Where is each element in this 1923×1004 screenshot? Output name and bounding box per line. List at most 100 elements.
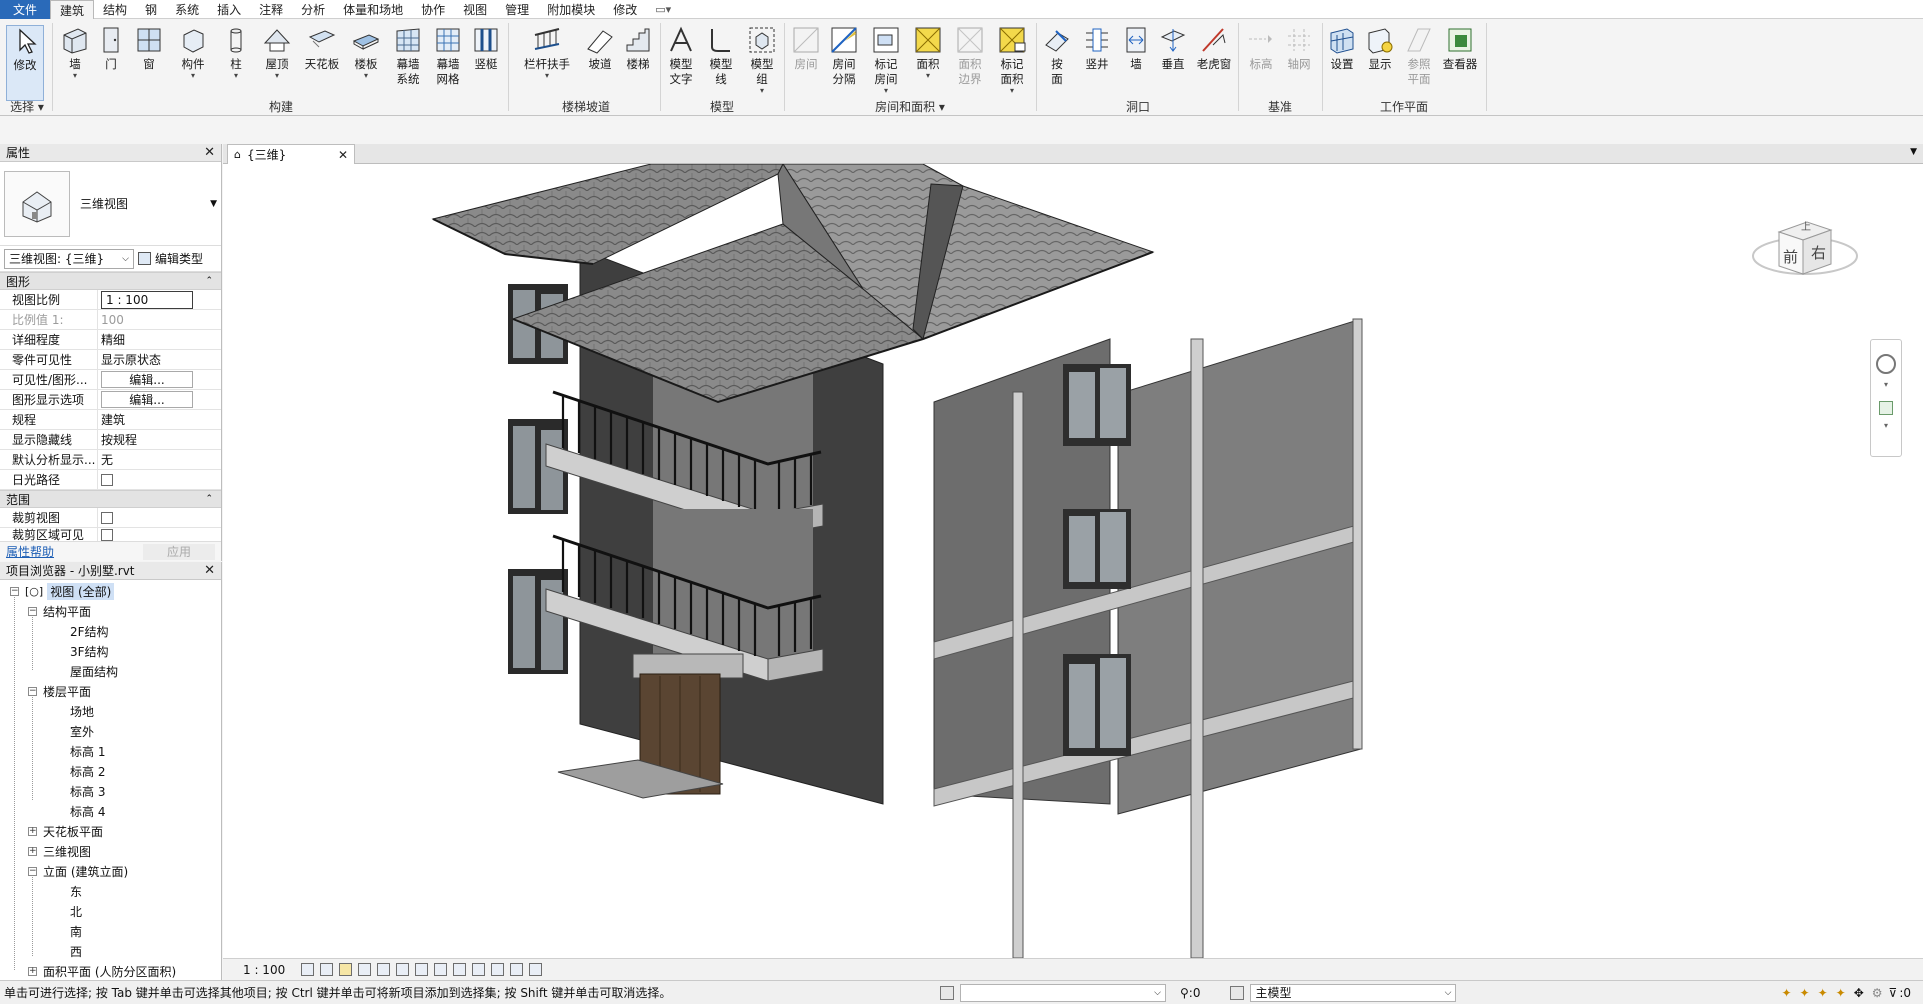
- reveal-hidden-icon[interactable]: [472, 963, 486, 976]
- window-button[interactable]: 窗: [134, 25, 164, 101]
- crop-view-icon[interactable]: [396, 963, 410, 976]
- view-cube[interactable]: 前 右 上: [1749, 212, 1859, 292]
- render-icon[interactable]: [377, 963, 391, 976]
- sun-path-checkbox[interactable]: [101, 473, 113, 486]
- ramp-button[interactable]: 坡道: [584, 25, 616, 101]
- tree-node-floor-plans[interactable]: − 楼层平面: [28, 682, 91, 700]
- tag-area-button[interactable]: 标记 面积 ▾: [994, 25, 1030, 101]
- expand-toggle-icon[interactable]: +: [28, 826, 37, 836]
- tree-node-level-1[interactable]: 标高 1: [70, 742, 105, 760]
- vg-edit-button[interactable]: 编辑...: [101, 371, 193, 388]
- detail-level-icon[interactable]: [301, 963, 315, 976]
- wall-button[interactable]: 墙 ▾: [58, 25, 92, 101]
- select-underlay-icon[interactable]: ✦: [1800, 986, 1810, 1000]
- tab-architecture[interactable]: 建筑: [50, 0, 95, 20]
- view-tab-3d[interactable]: ⌂ {三维} ✕: [227, 144, 355, 164]
- close-icon[interactable]: ✕: [204, 145, 215, 160]
- design-option-dropdown[interactable]: 主模型 ⌵: [1250, 983, 1457, 1002]
- modify-button[interactable]: 修改: [6, 25, 44, 101]
- tab-addins[interactable]: 附加模块: [538, 0, 604, 19]
- prop-value[interactable]: 建筑: [98, 410, 209, 429]
- collapse-icon[interactable]: ⌃: [205, 494, 213, 504]
- tree-node-area-plans[interactable]: + 面积平面 (人防分区面积): [28, 962, 176, 980]
- stair-button[interactable]: 楼梯: [622, 25, 654, 101]
- design-options-icon[interactable]: [1230, 985, 1245, 1000]
- filter-selection-icon[interactable]: ⚲: [1180, 986, 1189, 1000]
- tree-node-east[interactable]: 东: [70, 882, 82, 900]
- select-links-icon[interactable]: ✦: [1781, 986, 1791, 1000]
- vertical-opening-button[interactable]: 垂直: [1158, 25, 1188, 101]
- collapse-icon[interactable]: ⌃: [205, 276, 213, 286]
- chevron-down-icon[interactable]: ▾: [1871, 421, 1901, 430]
- dormer-button[interactable]: 老虎窗: [1194, 25, 1234, 101]
- curtain-grid-button[interactable]: 幕墙 网格: [430, 25, 466, 101]
- ceiling-button[interactable]: 天花板: [302, 25, 342, 101]
- properties-help-link[interactable]: 属性帮助: [6, 543, 54, 560]
- tab-list-dropdown-icon[interactable]: ▼: [1910, 147, 1917, 157]
- visual-style-icon[interactable]: [320, 963, 334, 976]
- view-cube-right[interactable]: 右: [1811, 242, 1826, 263]
- wall-opening-button[interactable]: 墙: [1122, 25, 1150, 101]
- floor-button[interactable]: 楼板 ▾: [350, 25, 382, 101]
- tab-manage[interactable]: 管理: [496, 0, 538, 19]
- edit-type-button[interactable]: 编辑类型: [138, 250, 203, 267]
- crop-visible-checkbox[interactable]: [101, 528, 113, 541]
- workset-dropdown[interactable]: ⌵: [960, 983, 1166, 1002]
- tree-node-3d-views[interactable]: + 三维视图: [28, 842, 91, 860]
- collapse-toggle-icon[interactable]: −: [10, 586, 19, 596]
- tree-node-2f[interactable]: 2F结构: [70, 622, 109, 640]
- tree-node-outdoor[interactable]: 室外: [70, 722, 94, 740]
- prop-value[interactable]: 无: [98, 450, 209, 469]
- chevron-down-icon[interactable]: ▾: [1871, 380, 1901, 389]
- show-workplane-button[interactable]: 显示: [1364, 25, 1396, 101]
- model-line-button[interactable]: 模型 线: [704, 25, 738, 101]
- tab-analyze[interactable]: 分析: [292, 0, 334, 19]
- view-cube-front[interactable]: 前: [1783, 246, 1798, 267]
- set-workplane-button[interactable]: 设置: [1326, 25, 1358, 101]
- section-graphics[interactable]: 图形 ⌃: [0, 272, 221, 290]
- tree-node-west[interactable]: 西: [70, 942, 82, 960]
- shadows-icon[interactable]: [358, 963, 372, 976]
- steering-wheel-icon[interactable]: [1876, 354, 1896, 374]
- tab-annotate[interactable]: 注释: [250, 0, 292, 19]
- prop-value[interactable]: 按规程: [98, 430, 209, 449]
- select-by-face-icon[interactable]: ✦: [1836, 986, 1846, 1000]
- tree-node-north[interactable]: 北: [70, 902, 82, 920]
- viewer-button[interactable]: 查看器: [1440, 25, 1480, 101]
- curtain-system-button[interactable]: 幕墙 系统: [390, 25, 426, 101]
- area-button[interactable]: 面积 ▾: [912, 25, 944, 101]
- level-button[interactable]: 标高: [1244, 25, 1278, 101]
- shaft-button[interactable]: 竖井: [1080, 25, 1114, 101]
- tab-structure[interactable]: 结构: [94, 0, 136, 19]
- temp-hide-icon[interactable]: [453, 963, 467, 976]
- tree-node-level-4[interactable]: 标高 4: [70, 802, 105, 820]
- grid-button[interactable]: 轴网: [1282, 25, 1316, 101]
- tag-room-button[interactable]: 标记 房间 ▾: [868, 25, 904, 101]
- tree-node-south[interactable]: 南: [70, 922, 82, 940]
- crop-view-checkbox[interactable]: [101, 511, 113, 524]
- component-button[interactable]: 构件 ▾: [176, 25, 210, 101]
- show-constraints-icon[interactable]: [529, 963, 543, 976]
- tab-modify[interactable]: 修改: [604, 0, 646, 19]
- highlight-displacement-icon[interactable]: [510, 963, 524, 976]
- sun-path-icon[interactable]: [339, 963, 353, 976]
- tree-node-level-3[interactable]: 标高 3: [70, 782, 105, 800]
- drawing-canvas[interactable]: 前 右 上: [223, 162, 1923, 959]
- quick-access-dropdown[interactable]: ▭▾: [646, 0, 680, 19]
- room-separator-button[interactable]: 房间 分隔: [826, 25, 862, 101]
- prop-value[interactable]: 精细: [98, 330, 209, 349]
- chevron-down-icon[interactable]: ▼: [210, 199, 217, 209]
- column-button[interactable]: 柱 ▾: [222, 25, 250, 101]
- model-group-button[interactable]: 模型 组 ▾: [744, 25, 780, 101]
- view-scale-button[interactable]: 1 : 100: [243, 963, 285, 977]
- collapse-toggle-icon[interactable]: −: [28, 686, 37, 696]
- lock-view-icon[interactable]: [434, 963, 448, 976]
- tab-view[interactable]: 视图: [454, 0, 496, 19]
- tab-systems[interactable]: 系统: [166, 0, 208, 19]
- roof-button[interactable]: 屋顶 ▾: [262, 25, 292, 101]
- section-extents[interactable]: 范围 ⌃: [0, 490, 221, 508]
- tab-massing-site[interactable]: 体量和场地: [334, 0, 412, 19]
- drag-elements-icon[interactable]: ✥: [1854, 986, 1864, 1000]
- tree-node-views[interactable]: − [○] 视图 (全部): [10, 582, 115, 600]
- area-boundary-button[interactable]: 面积 边界: [952, 25, 988, 101]
